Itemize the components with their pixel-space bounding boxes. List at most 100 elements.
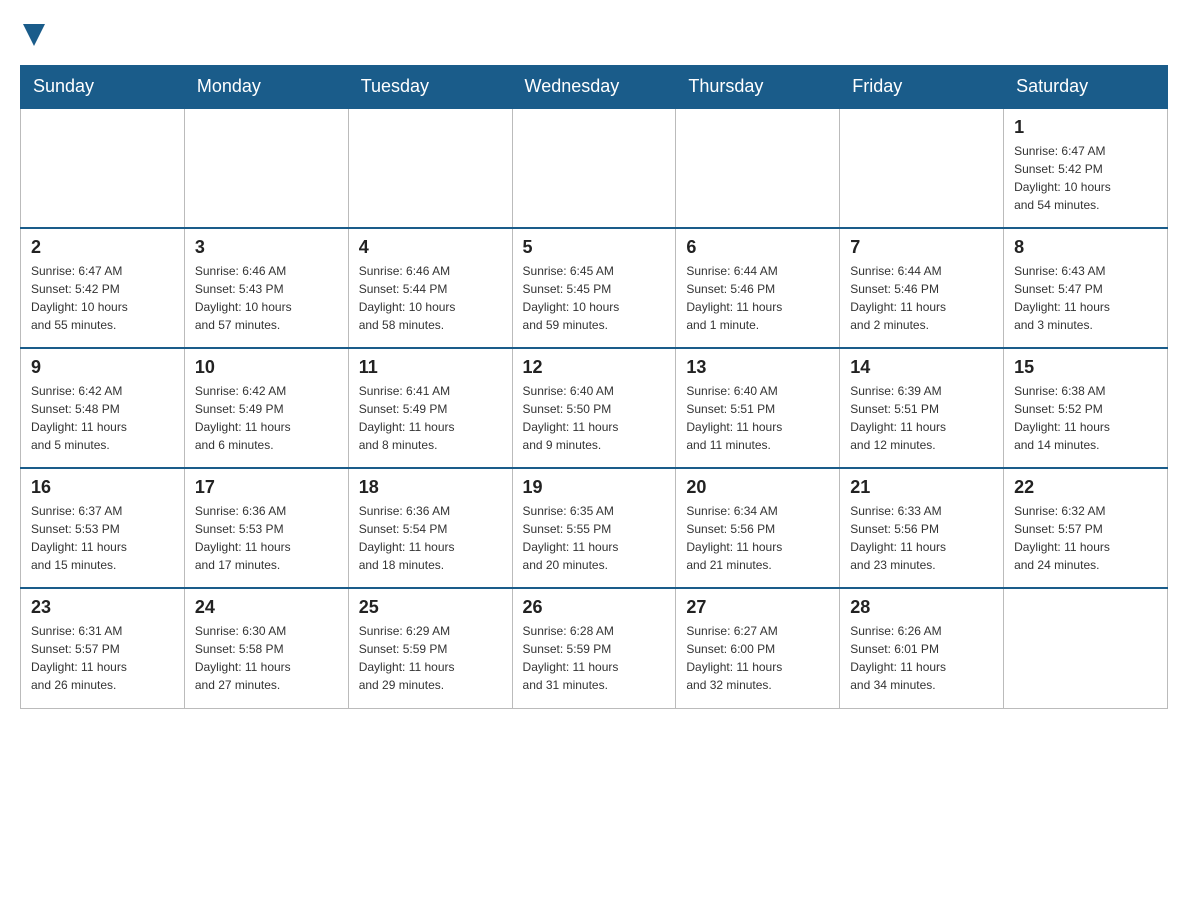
calendar-cell: 20 Sunrise: 6:34 AM Sunset: 5:56 PM Dayli… [676, 468, 840, 588]
calendar-table: SundayMondayTuesdayWednesdayThursdayFrid… [20, 65, 1168, 709]
day-info: Sunrise: 6:43 AM Sunset: 5:47 PM Dayligh… [1014, 262, 1157, 334]
day-number: 17 [195, 477, 338, 498]
day-number: 22 [1014, 477, 1157, 498]
calendar-cell: 27 Sunrise: 6:27 AM Sunset: 6:00 PM Dayli… [676, 588, 840, 708]
day-info: Sunrise: 6:30 AM Sunset: 5:58 PM Dayligh… [195, 622, 338, 694]
calendar-cell: 17Sunrise: 6:36 AM Sunset: 5:53 PM Dayli… [184, 468, 348, 588]
day-info: Sunrise: 6:47 AM Sunset: 5:42 PM Dayligh… [1014, 142, 1157, 214]
day-info: Sunrise: 6:29 AM Sunset: 5:59 PM Dayligh… [359, 622, 502, 694]
day-number: 25 [359, 597, 502, 618]
day-number: 15 [1014, 357, 1157, 378]
calendar-week-1: 1 Sunrise: 6:47 AM Sunset: 5:42 PM Daylig… [21, 108, 1168, 228]
calendar-cell [512, 108, 676, 228]
day-number: 13 [686, 357, 829, 378]
calendar-cell: 21Sunrise: 6:33 AM Sunset: 5:56 PM Dayli… [840, 468, 1004, 588]
logo [20, 20, 45, 49]
day-number: 26 [523, 597, 666, 618]
day-number: 3 [195, 237, 338, 258]
day-number: 9 [31, 357, 174, 378]
calendar-cell: 3 Sunrise: 6:46 AM Sunset: 5:43 PM Daylig… [184, 228, 348, 348]
day-header-monday: Monday [184, 66, 348, 109]
calendar-cell: 6 Sunrise: 6:44 AM Sunset: 5:46 PM Daylig… [676, 228, 840, 348]
day-info: Sunrise: 6:35 AM Sunset: 5:55 PM Dayligh… [523, 502, 666, 574]
day-info: Sunrise: 6:42 AM Sunset: 5:48 PM Dayligh… [31, 382, 174, 454]
calendar-cell [1004, 588, 1168, 708]
calendar-week-3: 9 Sunrise: 6:42 AM Sunset: 5:48 PM Daylig… [21, 348, 1168, 468]
calendar-cell: 26 Sunrise: 6:28 AM Sunset: 5:59 PM Dayli… [512, 588, 676, 708]
calendar-cell: 14 Sunrise: 6:39 AM Sunset: 5:51 PM Dayli… [840, 348, 1004, 468]
day-number: 5 [523, 237, 666, 258]
calendar-week-5: 23Sunrise: 6:31 AM Sunset: 5:57 PM Dayli… [21, 588, 1168, 708]
day-number: 23 [31, 597, 174, 618]
calendar-week-2: 2Sunrise: 6:47 AM Sunset: 5:42 PM Daylig… [21, 228, 1168, 348]
calendar-cell [840, 108, 1004, 228]
day-number: 1 [1014, 117, 1157, 138]
calendar-cell: 13Sunrise: 6:40 AM Sunset: 5:51 PM Dayli… [676, 348, 840, 468]
day-number: 24 [195, 597, 338, 618]
calendar-cell: 15 Sunrise: 6:38 AM Sunset: 5:52 PM Dayli… [1004, 348, 1168, 468]
day-number: 14 [850, 357, 993, 378]
calendar-cell: 16 Sunrise: 6:37 AM Sunset: 5:53 PM Dayli… [21, 468, 185, 588]
day-info: Sunrise: 6:34 AM Sunset: 5:56 PM Dayligh… [686, 502, 829, 574]
day-info: Sunrise: 6:46 AM Sunset: 5:44 PM Dayligh… [359, 262, 502, 334]
day-number: 11 [359, 357, 502, 378]
day-number: 12 [523, 357, 666, 378]
logo-icon [23, 24, 45, 46]
day-info: Sunrise: 6:37 AM Sunset: 5:53 PM Dayligh… [31, 502, 174, 574]
calendar-cell [348, 108, 512, 228]
day-header-saturday: Saturday [1004, 66, 1168, 109]
day-number: 19 [523, 477, 666, 498]
calendar-cell: 2Sunrise: 6:47 AM Sunset: 5:42 PM Daylig… [21, 228, 185, 348]
day-header-thursday: Thursday [676, 66, 840, 109]
day-info: Sunrise: 6:45 AM Sunset: 5:45 PM Dayligh… [523, 262, 666, 334]
day-info: Sunrise: 6:41 AM Sunset: 5:49 PM Dayligh… [359, 382, 502, 454]
day-header-tuesday: Tuesday [348, 66, 512, 109]
calendar-cell: 8 Sunrise: 6:43 AM Sunset: 5:47 PM Daylig… [1004, 228, 1168, 348]
day-number: 7 [850, 237, 993, 258]
day-info: Sunrise: 6:36 AM Sunset: 5:54 PM Dayligh… [359, 502, 502, 574]
day-number: 6 [686, 237, 829, 258]
day-number: 27 [686, 597, 829, 618]
calendar-cell: 1 Sunrise: 6:47 AM Sunset: 5:42 PM Daylig… [1004, 108, 1168, 228]
calendar-cell: 28 Sunrise: 6:26 AM Sunset: 6:01 PM Dayli… [840, 588, 1004, 708]
day-info: Sunrise: 6:28 AM Sunset: 5:59 PM Dayligh… [523, 622, 666, 694]
day-number: 21 [850, 477, 993, 498]
day-header-friday: Friday [840, 66, 1004, 109]
calendar-cell: 12 Sunrise: 6:40 AM Sunset: 5:50 PM Dayli… [512, 348, 676, 468]
day-info: Sunrise: 6:39 AM Sunset: 5:51 PM Dayligh… [850, 382, 993, 454]
day-number: 20 [686, 477, 829, 498]
day-info: Sunrise: 6:38 AM Sunset: 5:52 PM Dayligh… [1014, 382, 1157, 454]
day-info: Sunrise: 6:26 AM Sunset: 6:01 PM Dayligh… [850, 622, 993, 694]
calendar-cell [184, 108, 348, 228]
calendar-cell [21, 108, 185, 228]
calendar-cell: 11 Sunrise: 6:41 AM Sunset: 5:49 PM Dayli… [348, 348, 512, 468]
calendar-cell: 9 Sunrise: 6:42 AM Sunset: 5:48 PM Daylig… [21, 348, 185, 468]
day-info: Sunrise: 6:40 AM Sunset: 5:50 PM Dayligh… [523, 382, 666, 454]
calendar-cell: 23Sunrise: 6:31 AM Sunset: 5:57 PM Dayli… [21, 588, 185, 708]
calendar-cell [676, 108, 840, 228]
calendar-header-row: SundayMondayTuesdayWednesdayThursdayFrid… [21, 66, 1168, 109]
day-info: Sunrise: 6:42 AM Sunset: 5:49 PM Dayligh… [195, 382, 338, 454]
day-number: 4 [359, 237, 502, 258]
day-number: 2 [31, 237, 174, 258]
day-number: 28 [850, 597, 993, 618]
day-header-sunday: Sunday [21, 66, 185, 109]
calendar-cell: 5 Sunrise: 6:45 AM Sunset: 5:45 PM Daylig… [512, 228, 676, 348]
day-info: Sunrise: 6:32 AM Sunset: 5:57 PM Dayligh… [1014, 502, 1157, 574]
calendar-cell: 25 Sunrise: 6:29 AM Sunset: 5:59 PM Dayli… [348, 588, 512, 708]
day-info: Sunrise: 6:46 AM Sunset: 5:43 PM Dayligh… [195, 262, 338, 334]
day-info: Sunrise: 6:44 AM Sunset: 5:46 PM Dayligh… [850, 262, 993, 334]
calendar-cell: 24 Sunrise: 6:30 AM Sunset: 5:58 PM Dayli… [184, 588, 348, 708]
calendar-cell: 4 Sunrise: 6:46 AM Sunset: 5:44 PM Daylig… [348, 228, 512, 348]
calendar-cell: 7 Sunrise: 6:44 AM Sunset: 5:46 PM Daylig… [840, 228, 1004, 348]
day-number: 16 [31, 477, 174, 498]
day-number: 8 [1014, 237, 1157, 258]
calendar-week-4: 16 Sunrise: 6:37 AM Sunset: 5:53 PM Dayli… [21, 468, 1168, 588]
day-info: Sunrise: 6:27 AM Sunset: 6:00 PM Dayligh… [686, 622, 829, 694]
calendar-cell: 19 Sunrise: 6:35 AM Sunset: 5:55 PM Dayli… [512, 468, 676, 588]
day-header-wednesday: Wednesday [512, 66, 676, 109]
day-number: 18 [359, 477, 502, 498]
calendar-cell: 22 Sunrise: 6:32 AM Sunset: 5:57 PM Dayli… [1004, 468, 1168, 588]
day-number: 10 [195, 357, 338, 378]
day-info: Sunrise: 6:44 AM Sunset: 5:46 PM Dayligh… [686, 262, 829, 334]
